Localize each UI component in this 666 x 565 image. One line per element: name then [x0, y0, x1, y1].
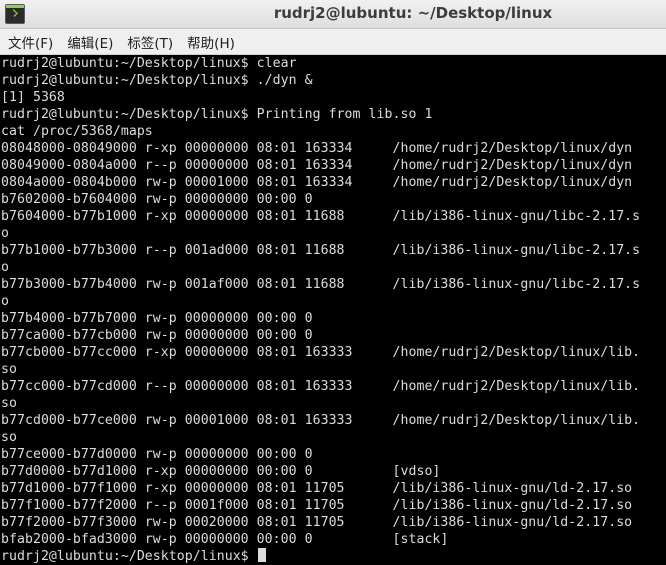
terminal-line: b77d1000-b77f1000 r-xp 00000000 08:01 11… [1, 481, 633, 496]
terminal-line: o [1, 260, 9, 275]
terminal-line: 08049000-0804a000 r--p 00000000 08:01 16… [1, 158, 633, 173]
terminal-line: b77b3000-b77b4000 rw-p 001af000 08:01 11… [1, 277, 641, 292]
menu-edit[interactable]: 编辑(E) [65, 32, 121, 52]
terminal-line: 08048000-08049000 r-xp 00000000 08:01 16… [1, 141, 633, 156]
terminal-prompt-line[interactable]: rudrj2@lubuntu:~/Desktop/linux$ [1, 548, 666, 565]
terminal-line: b77d0000-b77d1000 r-xp 00000000 00:00 0 … [1, 464, 441, 479]
terminal-line: b77cc000-b77cd000 r--p 00000000 08:01 16… [1, 379, 641, 394]
terminal-line: b77b4000-b77b7000 rw-p 00000000 00:00 0 [1, 311, 313, 326]
terminal-prompt: rudrj2@lubuntu:~/Desktop/linux$ [1, 549, 257, 564]
terminal-line: bfab2000-bfad3000 rw-p 00000000 00:00 0 … [1, 532, 449, 547]
terminal-line: so [1, 396, 17, 411]
terminal-line: b77b1000-b77b3000 r--p 001ad000 08:01 11… [1, 243, 641, 258]
window-title: rudrj2@lubuntu: ~/Desktop/linux [273, 4, 553, 22]
terminal-line: o [1, 294, 9, 309]
terminal-line: b7604000-b77b1000 r-xp 00000000 08:01 11… [1, 209, 641, 224]
terminal-line: b77f2000-b77f3000 rw-p 00020000 08:01 11… [1, 515, 633, 530]
title-bar[interactable]: rudrj2@lubuntu: ~/Desktop/linux [0, 0, 666, 29]
terminal-line: rudrj2@lubuntu:~/Desktop/linux$ ./dyn & [1, 73, 313, 88]
terminal-line: b77ca000-b77cb000 rw-p 00000000 00:00 0 [1, 328, 313, 343]
terminal-line: rudrj2@lubuntu:~/Desktop/linux$ Printing… [1, 107, 433, 122]
menu-file[interactable]: 文件(F) [6, 32, 61, 52]
terminal-line: b77cd000-b77ce000 rw-p 00001000 08:01 16… [1, 413, 641, 428]
terminal-line: o [1, 226, 9, 241]
text-cursor [257, 548, 266, 562]
menu-help[interactable]: 帮助(H) [185, 32, 243, 52]
terminal-line: b7602000-b7604000 rw-p 00000000 00:00 0 [1, 192, 313, 207]
terminal-output[interactable]: rudrj2@lubuntu:~/Desktop/linux$ clear ru… [0, 55, 666, 565]
terminal-line: cat /proc/5368/maps [1, 124, 153, 139]
menu-tabs[interactable]: 标签(T) [125, 32, 181, 52]
terminal-line: [1] 5368 [1, 90, 65, 105]
menu-bar: 文件(F) 编辑(E) 标签(T) 帮助(H) [0, 29, 666, 55]
terminal-line: b77f1000-b77f2000 r--p 0001f000 08:01 11… [1, 498, 633, 513]
terminal-line: 0804a000-0804b000 rw-p 00001000 08:01 16… [1, 175, 633, 190]
terminal-line: b77ce000-b77d0000 rw-p 00000000 00:00 0 [1, 447, 313, 462]
terminal-line: so [1, 430, 17, 445]
terminal-line: so [1, 362, 17, 377]
terminal-line: rudrj2@lubuntu:~/Desktop/linux$ clear [1, 56, 297, 71]
terminal-line: b77cb000-b77cc000 r-xp 00000000 08:01 16… [1, 345, 641, 360]
terminal-window: rudrj2@lubuntu: ~/Desktop/linux 文件(F) 编辑… [0, 0, 666, 565]
